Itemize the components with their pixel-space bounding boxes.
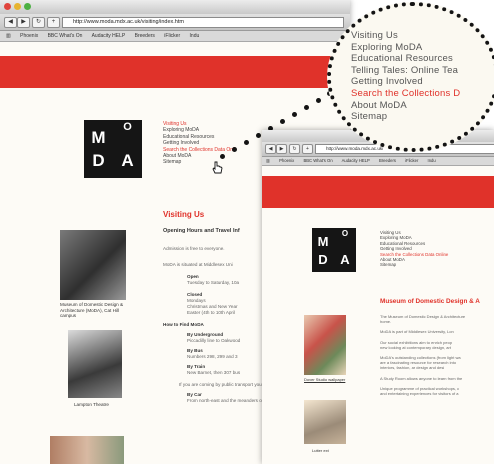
photo-caption[interactable]: Dover Studio wallpaper (304, 377, 364, 383)
nav-item-getting-involved[interactable]: Getting Involved (351, 76, 460, 88)
add-bookmark-button[interactable]: + (47, 17, 60, 28)
hand-cursor-icon (212, 161, 223, 174)
reload-button[interactable]: ↻ (289, 144, 300, 154)
content-line: By Train (187, 364, 206, 369)
nav-item-telling-tales[interactable]: Telling Tales: Online Tea (351, 65, 460, 77)
moda-logo[interactable]: M O D A (312, 228, 356, 272)
content-line: If you are coming by public transport yo… (179, 382, 272, 387)
nav-item-visiting[interactable]: Visiting Us (351, 30, 460, 42)
add-bookmark-button[interactable]: + (302, 144, 313, 154)
wallpaper-photo (304, 315, 346, 375)
bookmark-item[interactable]: Breeders (379, 158, 396, 163)
bookmarks-bar: ▥ Phoenix BBC What's On Audacity HELP Br… (0, 31, 350, 42)
logo-letter: A (340, 252, 350, 267)
magnified-nav: Visiting Us Exploring MoDA Educational R… (351, 30, 460, 123)
nav-item-education[interactable]: Educational Resources (351, 53, 460, 65)
bookmarks-bar: ▥ Phoenix BBC What's On Audacity HELP Br… (262, 157, 494, 166)
bookmark-item[interactable]: Phoenix (20, 33, 38, 39)
content-line: Closed (187, 292, 203, 297)
content-line: By Car (187, 392, 202, 397)
forward-arrow-button[interactable]: ▶ (17, 17, 30, 28)
logo-letter: A (121, 151, 134, 170)
header-red-band (0, 56, 350, 88)
content-line: How to Find MoDA (163, 322, 204, 327)
nav-item-sitemap[interactable]: Sitemap (380, 262, 448, 267)
content-line: A Study Room allows anyone to learn from… (380, 375, 463, 381)
logo-letter: D (92, 151, 105, 170)
content-line: By Underground (187, 332, 224, 337)
content-line: From north-east and the meanders of 11 7… (187, 398, 277, 403)
zoom-window-button[interactable] (24, 3, 31, 10)
magnifier-callout: Visiting Us Exploring MoDA Educational R… (327, 2, 494, 152)
content-line: The Museum of Domestic Design & Architec… (380, 314, 466, 319)
home-content: The Museum of Domestic Design & Architec… (380, 314, 465, 396)
visiting-content: Admission is free to everyone. MoDA is s… (163, 246, 277, 404)
back-toolbar: ◀ ▶ ↻ + http://www.moda.mdx.ac.uk/visiti… (0, 14, 350, 31)
back-arrow-button[interactable]: ◀ (265, 144, 276, 154)
bookmarks-icon[interactable]: ▥ (6, 33, 11, 39)
photo-caption: Lampton Theatre (74, 402, 109, 407)
logo-letter: D (318, 252, 328, 267)
logo-letter: M (91, 128, 106, 147)
page-title: Museum of Domestic Design & A (380, 298, 480, 305)
bookmark-item[interactable]: iFlicker (164, 33, 180, 39)
bookmark-item[interactable]: BBC What's On (48, 33, 83, 39)
bookmark-item[interactable]: Audacity HELP (92, 33, 126, 39)
bookmark-item[interactable]: Audacity HELP (342, 158, 370, 163)
nav-item-sitemap[interactable]: Sitemap (351, 111, 460, 123)
logo-letter: O (123, 121, 132, 133)
bookmark-item[interactable]: Phoenix (279, 158, 294, 163)
back-arrow-button[interactable]: ◀ (4, 17, 17, 28)
page-title: Visiting Us (163, 210, 205, 219)
photo-caption: Museum of Domestic Design & Architecture… (60, 302, 124, 319)
content-line: and entertaining experiences for visitor… (380, 391, 459, 397)
exhibit-photo (304, 400, 346, 444)
reload-button[interactable]: ↻ (32, 17, 45, 28)
bookmarks-icon[interactable]: ▥ (266, 158, 270, 163)
content-line: Open (187, 274, 199, 279)
content-line: MoDA is part of Middlesex University, Lo… (380, 329, 454, 335)
content-line: By Bus (187, 348, 203, 353)
address-bar[interactable]: http://www.moda.mdx.ac.uk/visiting/index… (62, 17, 344, 28)
interior-photo (50, 436, 124, 464)
photo-caption: Lutter ext (312, 448, 329, 453)
back-titlebar (0, 0, 350, 14)
museum-building-photo (60, 230, 126, 300)
moda-logo[interactable]: M O D A (84, 120, 142, 178)
bookmark-item[interactable]: Indu (190, 33, 200, 39)
nav-item-exploring[interactable]: Exploring MoDA (351, 42, 460, 54)
bookmark-item[interactable]: Breeders (135, 33, 155, 39)
nav-item-sitemap[interactable]: Sitemap (163, 159, 235, 165)
forward-arrow-button[interactable]: ▶ (276, 144, 287, 154)
bookmark-item[interactable]: Indu (428, 158, 436, 163)
header-red-band (262, 176, 494, 208)
site-nav: Visiting Us Exploring MoDA Educational R… (380, 230, 448, 268)
bookmark-item[interactable]: BBC What's On (303, 158, 332, 163)
nav-item-about[interactable]: About MoDA (351, 100, 460, 112)
minimize-window-button[interactable] (14, 3, 21, 10)
front-browser-window: ◀ ▶ ↻ + http://www.moda.mdx.ac.uk/ ▥ Pho… (262, 130, 494, 464)
logo-letter: O (341, 229, 349, 238)
theatre-photo (68, 330, 122, 398)
logo-letter: M (317, 234, 329, 249)
subheading: Opening Hours and Travel Inf (163, 228, 240, 234)
nav-item-search-collections[interactable]: Search the Collections D (351, 88, 460, 100)
site-nav: Visiting Us Exploring MoDA Educational R… (163, 121, 235, 166)
bookmark-item[interactable]: iFlicker (405, 158, 418, 163)
close-window-button[interactable] (4, 3, 11, 10)
